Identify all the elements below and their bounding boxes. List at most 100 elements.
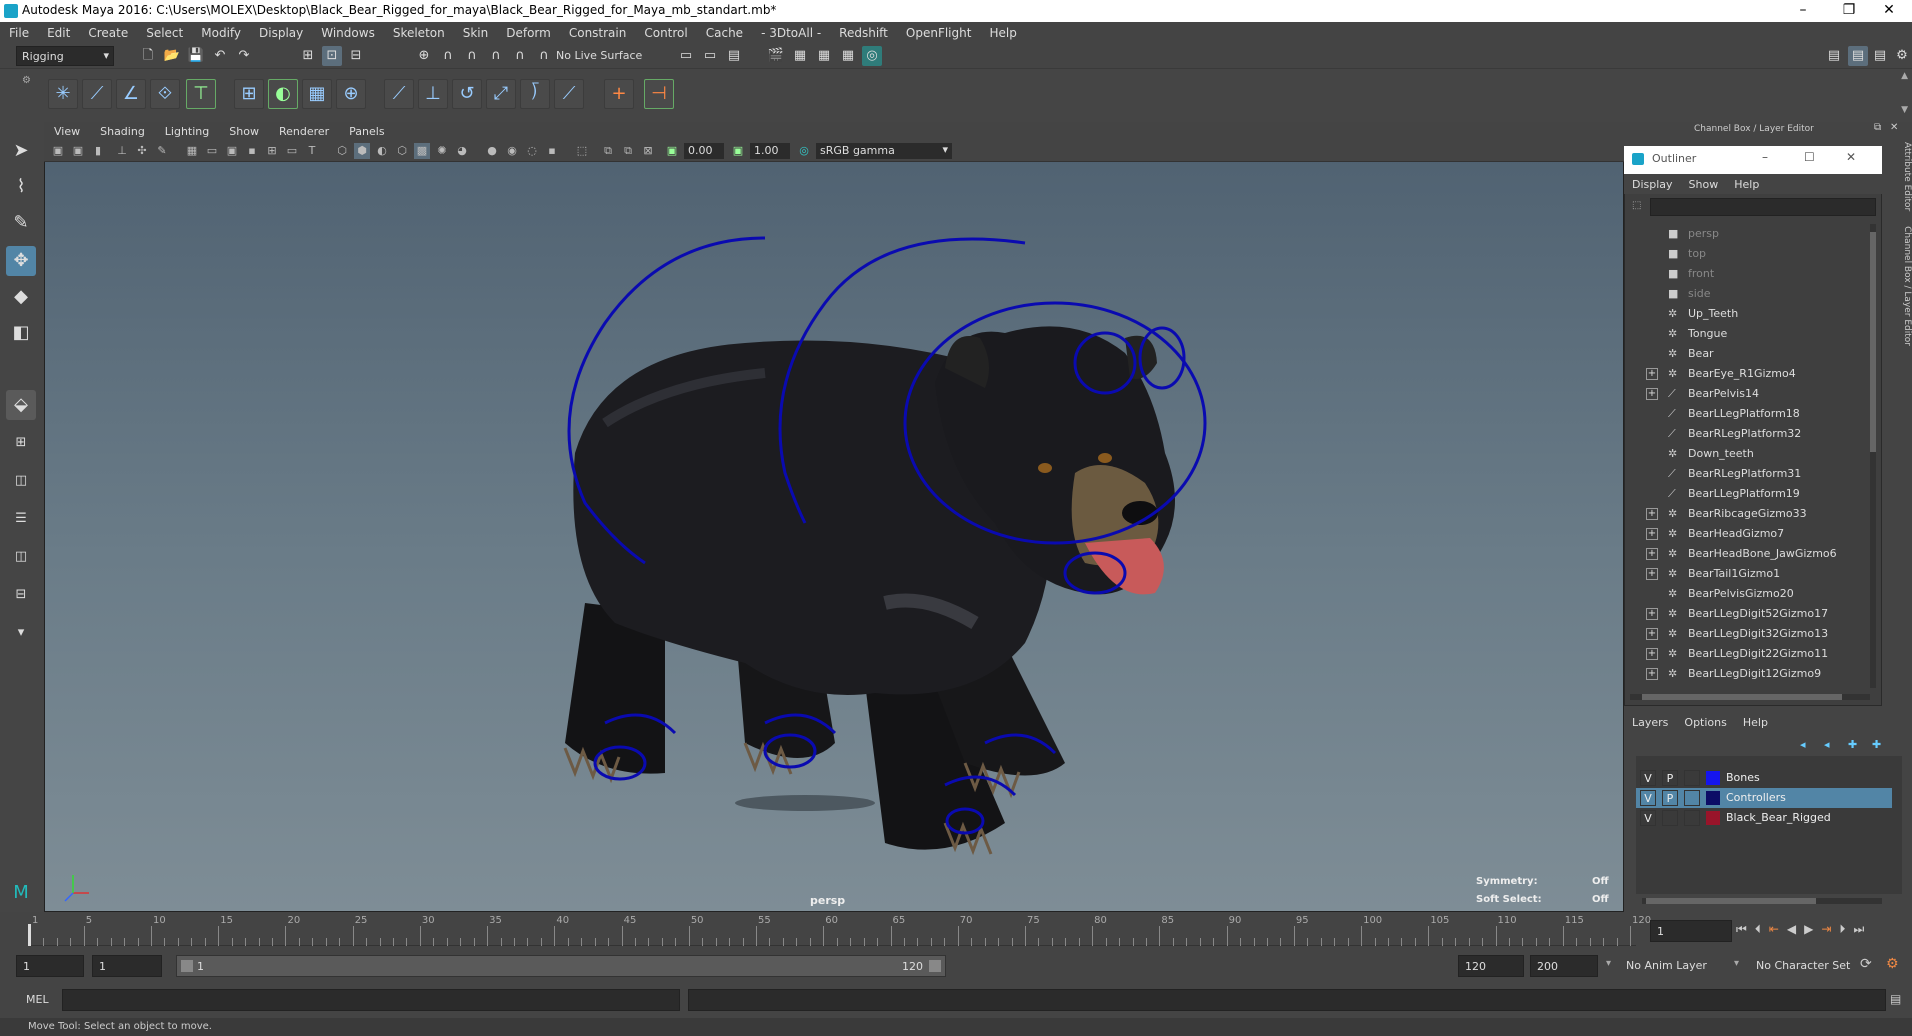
layer-visibility-toggle[interactable]: V: [1640, 790, 1656, 806]
select-object-icon[interactable]: ⊡: [322, 46, 342, 66]
layers-menu-help[interactable]: Help: [1735, 712, 1776, 729]
outliner-item[interactable]: ⟋ BearLLegPlatform18: [1624, 404, 1872, 424]
expand-icon[interactable]: +: [1646, 548, 1658, 560]
viewport-persp[interactable]: [44, 122, 1624, 912]
snap-curve-icon[interactable]: ∩: [438, 46, 458, 66]
outliner-item[interactable]: + ⟋ BearPelvis14: [1624, 384, 1872, 404]
character-set-dropdown[interactable]: No Character Set: [1756, 959, 1850, 972]
xray-joints-icon[interactable]: ⧉: [620, 143, 636, 159]
outliner-item[interactable]: ✲ Tongue: [1624, 324, 1872, 344]
vp-menu-view[interactable]: View: [44, 122, 90, 138]
bind-skin-icon[interactable]: ⊞: [234, 79, 264, 109]
ik-spline-icon[interactable]: ∠: [116, 79, 146, 109]
range-end-handle[interactable]: [929, 960, 941, 972]
outliner-maximize-icon[interactable]: ☐: [1804, 150, 1815, 164]
move-tool-icon[interactable]: ✥: [6, 246, 36, 276]
vp-menu-lighting[interactable]: Lighting: [155, 122, 219, 138]
attribute-editor-toggle-icon[interactable]: ▤: [1870, 46, 1890, 66]
outliner-menu-help[interactable]: Help: [1726, 174, 1767, 191]
outliner-item[interactable]: ■ front: [1624, 264, 1872, 284]
outliner-menu-display[interactable]: Display: [1624, 174, 1681, 191]
layer-playback-toggle[interactable]: P: [1662, 770, 1678, 786]
scale-tool-icon[interactable]: ◧: [6, 318, 36, 348]
menu-windows[interactable]: Windows: [312, 22, 384, 40]
exposure-icon[interactable]: ▣: [664, 143, 680, 159]
insert-joint-icon[interactable]: ⟐: [150, 79, 180, 109]
outliner-scrollbar[interactable]: [1870, 224, 1876, 688]
layers-menu-options[interactable]: Options: [1676, 712, 1734, 729]
anim-layer-dropdown[interactable]: No Anim Layer: [1626, 959, 1707, 972]
move-layer-down-icon[interactable]: ◂: [1824, 738, 1830, 751]
render-view-icon[interactable]: ◎: [862, 46, 882, 66]
xray-icon[interactable]: ⧉: [600, 143, 616, 159]
point-constraint-icon[interactable]: ⊥: [418, 79, 448, 109]
start-time-field[interactable]: 1: [16, 955, 84, 977]
auto-key-icon[interactable]: ⟳: [1860, 956, 1872, 972]
layer-display-type-toggle[interactable]: [1684, 790, 1700, 806]
outliner-item[interactable]: ⟋ BearLLegPlatform19: [1624, 484, 1872, 504]
float-panel-icon[interactable]: ⧉: [1874, 122, 1881, 133]
menu-skeleton[interactable]: Skeleton: [384, 22, 454, 40]
aim-constraint-icon[interactable]: ↺: [452, 79, 482, 109]
layer-color-swatch[interactable]: [1706, 811, 1720, 825]
menu-deform[interactable]: Deform: [497, 22, 560, 40]
single-perspective-icon[interactable]: ⬙: [6, 390, 36, 420]
playback-start-field[interactable]: 1: [92, 955, 162, 977]
smooth-shade-icon[interactable]: ⬢: [354, 143, 370, 159]
camera-attributes-icon[interactable]: ▣: [70, 143, 86, 159]
outliner-menu-show[interactable]: Show: [1681, 174, 1727, 191]
layer-hscrollbar[interactable]: [1642, 898, 1882, 904]
outliner-hscrollbar[interactable]: [1630, 694, 1870, 700]
outliner-search-field[interactable]: [1650, 198, 1876, 216]
outliner-item[interactable]: + ✲ BearEye_R1Gizmo4: [1624, 364, 1872, 384]
gamma-field[interactable]: 1.00: [750, 143, 790, 159]
cluster-icon[interactable]: ⊕: [336, 79, 366, 109]
layer-color-swatch[interactable]: [1706, 791, 1720, 805]
redo-icon[interactable]: ↷: [234, 46, 254, 66]
move-layer-up-icon[interactable]: ◂: [1800, 738, 1806, 751]
modeling-toolkit-icon[interactable]: ▤: [1824, 46, 1844, 66]
outliner-item[interactable]: + ✲ BearTail1Gizmo1: [1624, 564, 1872, 584]
end-time-field[interactable]: 200: [1530, 955, 1598, 977]
outliner-layout-icon[interactable]: ⊟: [6, 580, 36, 610]
menu-skin[interactable]: Skin: [454, 22, 498, 40]
new-empty-layer-icon[interactable]: ✚: [1848, 738, 1857, 751]
wireframe-on-shaded-icon[interactable]: ⬡: [394, 143, 410, 159]
chevron-down-icon[interactable]: ▾: [1606, 958, 1611, 969]
open-scene-icon[interactable]: 📂: [162, 46, 182, 66]
menu-modify[interactable]: Modify: [192, 22, 250, 40]
image-plane-icon[interactable]: ⊥: [114, 143, 130, 159]
menu-display[interactable]: Display: [250, 22, 312, 40]
outliner-item[interactable]: ✲ Up_Teeth: [1624, 304, 1872, 324]
multisample-aa-icon[interactable]: ◌: [524, 143, 540, 159]
play-forward-icon[interactable]: ▶: [1804, 922, 1821, 936]
xray-components-icon[interactable]: ⊠: [640, 143, 656, 159]
expand-icon[interactable]: +: [1646, 508, 1658, 520]
snap-grid-icon[interactable]: ⊕: [414, 46, 434, 66]
command-input[interactable]: [62, 989, 680, 1011]
expand-icon[interactable]: +: [1646, 628, 1658, 640]
script-mode-toggle[interactable]: MEL: [26, 993, 49, 1006]
close-panel-icon[interactable]: ✕: [1890, 122, 1898, 133]
bounding-locator-icon[interactable]: ⊣: [644, 79, 674, 109]
input-ops-icon[interactable]: ▭: [676, 46, 696, 66]
step-back-key-icon[interactable]: ⇤: [1769, 922, 1787, 936]
chevron-down-icon[interactable]: ▾: [1734, 958, 1739, 969]
screen-space-ao-icon[interactable]: ●: [484, 143, 500, 159]
output-ops-icon[interactable]: ▭: [700, 46, 720, 66]
undo-icon[interactable]: ↶: [210, 46, 230, 66]
step-forward-key-icon[interactable]: ⇥: [1821, 922, 1839, 936]
layer-row[interactable]: V P Controllers: [1636, 788, 1892, 808]
range-start-handle[interactable]: [181, 960, 193, 972]
isolate-select-icon[interactable]: ⬚: [574, 143, 590, 159]
new-scene-icon[interactable]: 🗋: [138, 46, 158, 66]
go-to-start-icon[interactable]: ⏮: [1736, 922, 1755, 936]
play-back-icon[interactable]: ◀: [1787, 922, 1804, 936]
go-to-end-icon[interactable]: ⏭: [1853, 922, 1872, 936]
tab-attribute-editor[interactable]: Attribute Editor: [1902, 142, 1912, 211]
vp-menu-panels[interactable]: Panels: [339, 122, 394, 138]
parent-constraint-icon[interactable]: ⟋: [554, 79, 584, 109]
mirror-joint-icon[interactable]: ⊤: [186, 79, 216, 109]
outliner-minimize-icon[interactable]: –: [1762, 150, 1768, 164]
locator-icon[interactable]: +: [604, 79, 634, 109]
